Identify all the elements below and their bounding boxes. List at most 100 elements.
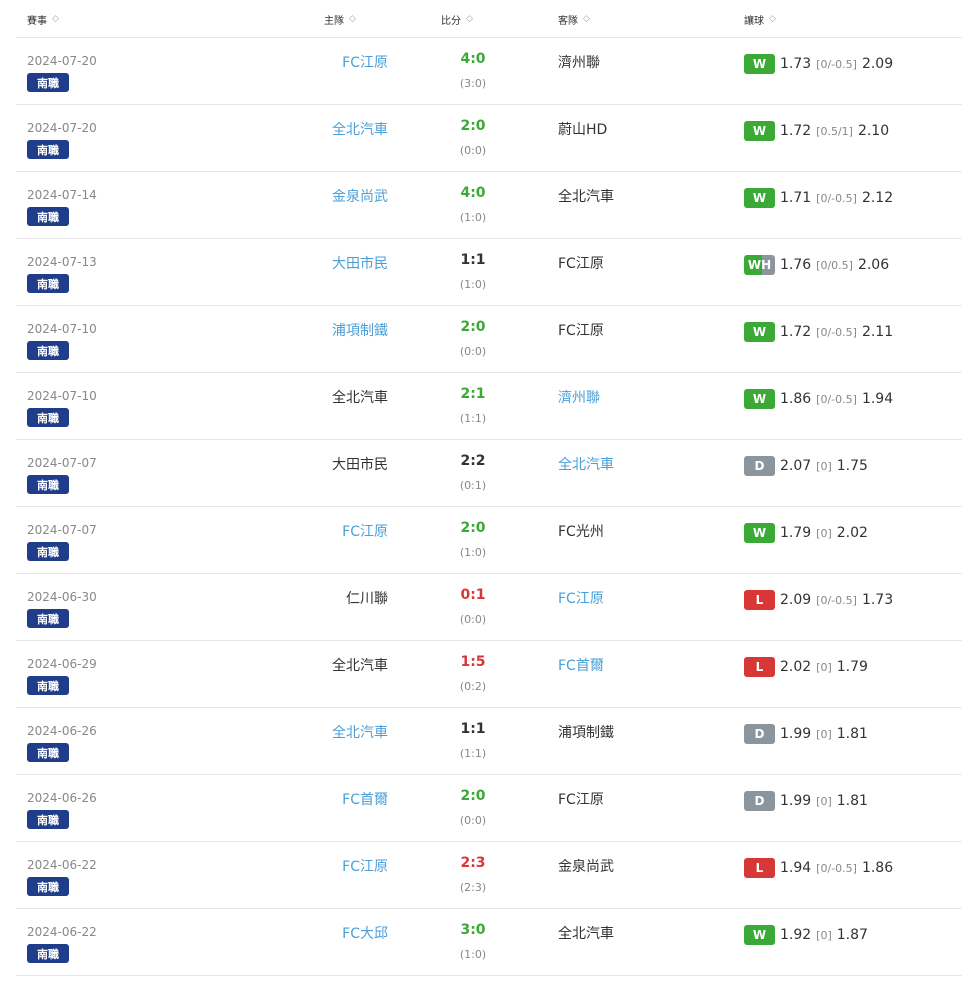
header-handicap[interactable]: 讓球 ◇ <box>744 12 776 28</box>
away-team[interactable]: 全北汽車 <box>558 186 614 206</box>
home-team[interactable]: FC江原 <box>342 52 388 72</box>
away-team[interactable]: FC江原 <box>558 789 604 809</box>
handicap-line: [0/-0.5] <box>816 861 857 875</box>
table-row[interactable]: 2024-06-22 南職 FC江原 2:3 (2:3) 金泉尚武 L 1.94 [0/-0.5… <box>16 842 962 909</box>
table-row[interactable]: 2024-06-26 南職 全北汽車 1:1 (1:1) 浦項制鐵 D 1.99 [0] 1.81 <box>16 708 962 775</box>
home-team[interactable]: FC大邱 <box>342 923 388 943</box>
match-score[interactable]: 2:3 <box>430 855 516 871</box>
table-row[interactable]: 2024-07-07 南職 FC江原 2:0 (1:0) FC光州 W 1.79 [0] 2.02 <box>16 507 962 574</box>
header-away[interactable]: 客隊 ◇ <box>558 12 590 28</box>
table-row[interactable]: 2024-07-10 南職 浦項制鐵 2:0 (0:0) FC江原 W 1.72 [0/-0.5… <box>16 306 962 373</box>
home-team[interactable]: FC江原 <box>342 856 388 876</box>
away-team[interactable]: 蔚山HD <box>558 119 607 139</box>
header-league[interactable]: 賽事 ◇ <box>27 12 59 28</box>
home-team[interactable]: 全北汽車 <box>332 387 388 407</box>
match-score[interactable]: 2:0 <box>430 319 516 335</box>
away-team[interactable]: FC光州 <box>558 521 604 541</box>
away-team[interactable]: 全北汽車 <box>558 454 614 474</box>
handicap-odds-away: 2.10 <box>857 123 890 139</box>
league-badge[interactable]: 南職 <box>27 542 69 561</box>
league-badge[interactable]: 南職 <box>27 944 69 963</box>
handicap-odds-home: 2.02 <box>780 659 812 675</box>
away-team[interactable]: FC江原 <box>558 588 604 608</box>
away-team[interactable]: 濟州聯 <box>558 387 600 407</box>
handicap-odds-away: 2.11 <box>861 324 894 340</box>
half-time-score: (2:3) <box>459 881 487 894</box>
match-date: 2024-07-20 <box>27 54 97 68</box>
table-row[interactable]: 2024-07-20 南職 FC江原 4:0 (3:0) 濟州聯 W 1.73 [0/-0.5]… <box>16 38 962 105</box>
handicap-cell: W 1.71 [0/-0.5] 2.12 <box>744 188 893 208</box>
handicap-odds-home: 1.72 <box>780 324 812 340</box>
table-row[interactable]: 2024-07-07 南職 大田市民 2:2 (0:1) 全北汽車 D 2.07 [0] 1.75 <box>16 440 962 507</box>
table-row[interactable]: 2024-06-26 南職 FC首爾 2:0 (0:0) FC江原 D 1.99 [0] 1.81 <box>16 775 962 842</box>
match-score[interactable]: 1:1 <box>430 252 516 268</box>
match-score[interactable]: 1:5 <box>430 654 516 670</box>
match-score[interactable]: 2:1 <box>430 386 516 402</box>
league-badge[interactable]: 南職 <box>27 341 69 360</box>
result-badge: W <box>744 188 775 208</box>
match-score[interactable]: 0:1 <box>430 587 516 603</box>
handicap-line: [0/-0.5] <box>816 325 857 339</box>
half-time-score: (1:1) <box>459 747 487 760</box>
home-team[interactable]: FC首爾 <box>342 789 388 809</box>
match-score[interactable]: 2:0 <box>430 520 516 536</box>
away-team[interactable]: 金泉尚武 <box>558 856 614 876</box>
match-score[interactable]: 4:0 <box>430 51 516 67</box>
table-row[interactable]: 2024-07-10 南職 全北汽車 2:1 (1:1) 濟州聯 W 1.86 [0/-0.5]… <box>16 373 962 440</box>
home-team[interactable]: 全北汽車 <box>332 655 388 675</box>
table-row[interactable]: 2024-07-20 南職 全北汽車 2:0 (0:0) 蔚山HD W 1.72 [0.5/1]… <box>16 105 962 172</box>
league-badge[interactable]: 南職 <box>27 73 69 92</box>
header-score[interactable]: 比分 ◇ <box>441 12 473 28</box>
table-row[interactable]: 2024-07-14 南職 金泉尚武 4:0 (1:0) 全北汽車 W 1.71 [0/-0.5… <box>16 172 962 239</box>
league-badge[interactable]: 南職 <box>27 609 69 628</box>
half-time-score: (0:0) <box>459 144 487 157</box>
handicap-odds-away: 2.06 <box>857 257 890 273</box>
away-team[interactable]: FC江原 <box>558 320 604 340</box>
league-badge[interactable]: 南職 <box>27 408 69 427</box>
table-row[interactable]: 2024-06-29 南職 全北汽車 1:5 (0:2) FC首爾 L 2.02 [0] 1.79 <box>16 641 962 708</box>
result-badge: W <box>744 322 775 342</box>
away-team[interactable]: FC首爾 <box>558 655 604 675</box>
league-badge[interactable]: 南職 <box>27 810 69 829</box>
home-team[interactable]: 浦項制鐵 <box>332 320 388 340</box>
table-row[interactable]: 2024-07-13 南職 大田市民 1:1 (1:0) FC江原 WH 1.76 [0/0.5… <box>16 239 962 306</box>
home-team[interactable]: FC江原 <box>342 521 388 541</box>
table-row[interactable]: 2024-06-30 南職 仁川聯 0:1 (0:0) FC江原 L 2.09 [0/-0.5]… <box>16 574 962 641</box>
match-score[interactable]: 2:0 <box>430 118 516 134</box>
home-team[interactable]: 金泉尚武 <box>332 186 388 206</box>
handicap-odds-home: 1.72 <box>780 123 812 139</box>
handicap-line: [0/-0.5] <box>816 593 857 607</box>
header-home[interactable]: 主隊 ◇ <box>324 12 356 28</box>
home-team[interactable]: 大田市民 <box>332 253 388 273</box>
handicap-line: [0.5/1] <box>816 124 853 138</box>
league-badge[interactable]: 南職 <box>27 274 69 293</box>
away-team[interactable]: 浦項制鐵 <box>558 722 614 742</box>
away-team[interactable]: 全北汽車 <box>558 923 614 943</box>
handicap-line: [0] <box>816 794 832 808</box>
league-badge[interactable]: 南職 <box>27 676 69 695</box>
match-score[interactable]: 3:0 <box>430 922 516 938</box>
match-score[interactable]: 2:2 <box>430 453 516 469</box>
home-team[interactable]: 仁川聯 <box>346 588 388 608</box>
sort-icon: ◇ <box>52 14 59 24</box>
match-score[interactable]: 4:0 <box>430 185 516 201</box>
handicap-odds-away: 1.73 <box>861 592 894 608</box>
handicap-line: [0/-0.5] <box>816 392 857 406</box>
league-badge[interactable]: 南職 <box>27 475 69 494</box>
half-time-score: (0:1) <box>459 479 487 492</box>
league-badge[interactable]: 南職 <box>27 743 69 762</box>
table-row[interactable]: 2024-06-22 南職 FC大邱 3:0 (1:0) 全北汽車 W 1.92 [0] 1.87 <box>16 909 962 976</box>
away-team[interactable]: FC江原 <box>558 253 604 273</box>
match-date: 2024-06-22 <box>27 925 97 939</box>
away-team[interactable]: 濟州聯 <box>558 52 600 72</box>
match-score[interactable]: 1:1 <box>430 721 516 737</box>
league-badge[interactable]: 南職 <box>27 207 69 226</box>
handicap-odds-home: 1.92 <box>780 927 812 943</box>
match-score[interactable]: 2:0 <box>430 788 516 804</box>
league-badge[interactable]: 南職 <box>27 140 69 159</box>
league-badge[interactable]: 南職 <box>27 877 69 896</box>
result-badge: L <box>744 858 775 878</box>
home-team[interactable]: 全北汽車 <box>332 119 388 139</box>
home-team[interactable]: 大田市民 <box>332 454 388 474</box>
home-team[interactable]: 全北汽車 <box>332 722 388 742</box>
